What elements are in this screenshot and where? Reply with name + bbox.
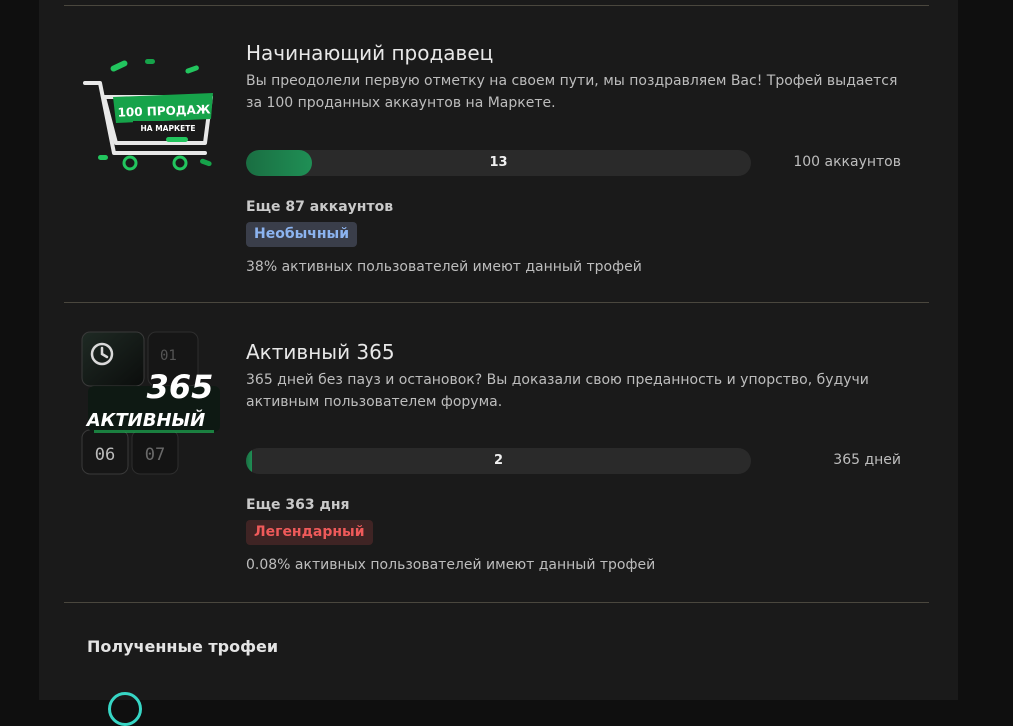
trophy-image-number: 365 [147, 368, 214, 406]
trophy-image-sublabel: НА МАРКЕТЕ [141, 124, 196, 133]
rarity-badge: Необычный [246, 222, 358, 247]
divider [64, 302, 929, 303]
progress-target: 100 аккаунтов [793, 154, 901, 170]
progress-bar: 13 [246, 150, 751, 176]
trophy-title: Начинающий продавец [246, 41, 494, 65]
trophy-icon [108, 692, 142, 726]
trophy-image-digits-b: 07 [145, 445, 165, 465]
trophy-stats: 0.08% активных пользователей имеют данны… [246, 557, 656, 573]
trophy-image-100-sales: 100 ПРОДАЖ НА МАРКЕТЕ [83, 59, 213, 171]
trophy-description: 365 дней без пауз и остановок? Вы доказа… [246, 372, 869, 410]
received-trophies-heading: Полученные трофеи [87, 637, 279, 656]
trophy-description: Вы преодолели первую отметку на своем пу… [246, 73, 898, 111]
rarity-badge: Легендарный [246, 520, 373, 545]
divider [64, 602, 929, 603]
trophy-image-digits-a: 06 [95, 445, 115, 465]
trophy-image-digits-top: 01 [160, 348, 177, 364]
trophy-image-word: АКТИВНЫЙ [85, 409, 206, 431]
remaining-text: Еще 87 аккаунтов [246, 199, 394, 215]
trophy-image-active-365: 01 365 АКТИВНЫЙ 06 07 [81, 331, 220, 475]
progress-bar: 2 [246, 448, 751, 474]
progress-value: 13 [489, 155, 508, 170]
trophy-title: Активный 365 [246, 340, 395, 364]
divider [64, 5, 929, 6]
remaining-text: Еще 363 дня [246, 497, 350, 513]
progress-target: 365 дней [833, 452, 901, 468]
trophy-stats: 38% активных пользователей имеют данный … [246, 259, 642, 275]
progress-value: 2 [493, 453, 504, 468]
